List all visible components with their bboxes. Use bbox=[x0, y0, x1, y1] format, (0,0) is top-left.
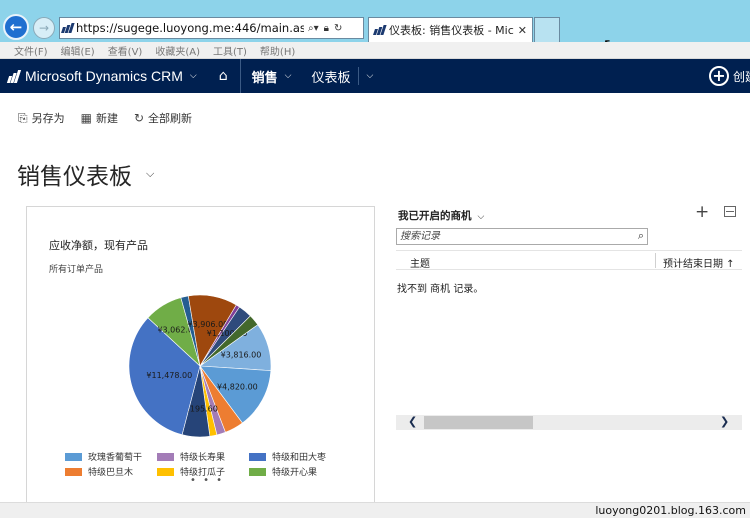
save-as-label: 另存为 bbox=[31, 112, 65, 125]
chevron-down-icon[interactable]: ⌵ bbox=[478, 212, 485, 222]
legend-label: 特级长寿果 bbox=[180, 453, 226, 463]
back-button[interactable]: ← bbox=[3, 14, 29, 40]
menu-view[interactable]: 查看(V) bbox=[108, 43, 143, 58]
legend-item[interactable]: 特级开心果 bbox=[249, 465, 349, 478]
column-divider bbox=[655, 253, 656, 268]
pie-data-label: ¥3,906.00 bbox=[188, 320, 229, 329]
arrow-left-icon: ← bbox=[9, 18, 23, 36]
new-tab-button[interactable] bbox=[534, 17, 560, 42]
menu-tools[interactable]: 工具(T) bbox=[213, 43, 247, 58]
create-label: 创建 bbox=[733, 69, 750, 84]
legend-item[interactable]: 特级和田大枣 bbox=[249, 450, 349, 463]
pie-chart[interactable]: ¥3,816.00¥4,820.00¥2,195.60¥11,478.00¥3,… bbox=[27, 207, 376, 447]
tab-title: 仪表板: 销售仪表板 - Micr... bbox=[389, 24, 514, 37]
scroll-right-icon[interactable]: ❯ bbox=[720, 415, 729, 428]
legend-label: 特级开心果 bbox=[272, 468, 318, 478]
dynamics-logo-icon bbox=[6, 69, 22, 83]
arrow-right-icon: → bbox=[38, 21, 50, 35]
nav-current-dashboard[interactable]: 仪表板 bbox=[311, 67, 350, 86]
forward-button[interactable]: → bbox=[33, 17, 55, 39]
refresh-icon[interactable]: ↻ bbox=[334, 23, 342, 34]
legend-swatch bbox=[249, 467, 266, 476]
browser-tab[interactable]: 仪表板: 销售仪表板 - Micr... ✕ bbox=[368, 17, 533, 42]
legend-swatch bbox=[249, 452, 266, 461]
legend-item[interactable]: 玫瑰香葡萄干 bbox=[65, 450, 157, 463]
chevron-down-icon[interactable]: ⌵ bbox=[146, 167, 154, 181]
search-icon[interactable]: ⌕▾ bbox=[308, 23, 319, 34]
save-as-button[interactable]: ⎘ 另存为 bbox=[18, 110, 65, 126]
status-strip: luoyong0201.blog.163.com bbox=[0, 502, 750, 518]
refresh-all-button[interactable]: ↻ 全部刷新 bbox=[134, 110, 192, 126]
plus-icon: + bbox=[709, 66, 729, 86]
chevron-down-icon[interactable]: ⌵ bbox=[285, 71, 292, 81]
legend-swatch bbox=[65, 467, 82, 476]
search-icon[interactable]: ⌕ bbox=[638, 229, 644, 243]
legend-more-dots[interactable]: • • • bbox=[190, 475, 224, 486]
close-icon[interactable]: ✕ bbox=[518, 24, 527, 37]
legend-swatch bbox=[65, 452, 82, 461]
dashboard-selector[interactable]: 销售仪表板 ⌵ bbox=[17, 157, 154, 191]
pie-data-label: ¥4,820.00 bbox=[217, 382, 258, 391]
menu-help[interactable]: 帮助(H) bbox=[260, 43, 295, 58]
legend-label: 特级和田大枣 bbox=[272, 453, 327, 463]
address-url[interactable]: https://sugege.luoyong.me:446/main.aspx#… bbox=[76, 21, 304, 35]
dynamics-logo-icon bbox=[61, 23, 75, 33]
home-icon[interactable]: ⌂ bbox=[219, 68, 228, 84]
refresh-icon: ↻ bbox=[133, 111, 145, 125]
list-view-selector[interactable]: 我已开启的商机 ⌵ bbox=[398, 208, 484, 223]
create-button[interactable]: + 创建 bbox=[709, 66, 750, 86]
menu-edit[interactable]: 编辑(E) bbox=[61, 43, 95, 58]
column-est-close-date[interactable]: 预计结束日期 ↑ bbox=[663, 255, 735, 270]
chevron-down-icon[interactable]: ⌵ bbox=[366, 71, 373, 81]
add-record-plus-icon[interactable]: + bbox=[695, 202, 709, 222]
grid-column-header: 主题 预计结束日期 ↑ bbox=[396, 250, 742, 270]
scroll-left-icon[interactable]: ❮ bbox=[408, 415, 417, 428]
search-records-box[interactable]: ⌕ bbox=[396, 228, 648, 245]
horizontal-scrollbar[interactable]: ❮ ❯ bbox=[396, 415, 742, 430]
browser-toolbar: ← → https://sugege.luoyong.me:446/main.a… bbox=[0, 0, 750, 53]
address-bar[interactable]: https://sugege.luoyong.me:446/main.aspx#… bbox=[59, 17, 364, 39]
save-as-icon: ⎘ bbox=[18, 110, 28, 125]
search-input[interactable] bbox=[400, 230, 628, 243]
chart-legend: 玫瑰香葡萄干 特级长寿果 特级和田大枣 特级巴旦木 特级打瓜子 特级开心果 bbox=[65, 450, 355, 478]
new-label: 新建 bbox=[95, 112, 118, 125]
new-dashboard-icon: ▦ bbox=[80, 111, 92, 125]
browser-menubar: 文件(F) 编辑(E) 查看(V) 收藏夹(A) 工具(T) 帮助(H) bbox=[0, 42, 750, 59]
chart-panel: 应收净额，现有产品 所有订单产品 ¥3,816.00 ¥4,820.00 ¥2,19… bbox=[26, 206, 375, 508]
pie-data-label: ¥11,478.00 bbox=[146, 371, 192, 380]
dynamics-logo-icon bbox=[373, 25, 387, 35]
scrollbar-thumb[interactable] bbox=[424, 416, 533, 429]
legend-label: 特级巴旦木 bbox=[88, 468, 134, 478]
command-bar: ⎘ 另存为 ▦ 新建 ↻ 全部刷新 bbox=[18, 110, 192, 126]
legend-label: 玫瑰香葡萄干 bbox=[88, 453, 143, 463]
empty-records-message: 找不到 商机 记录。 bbox=[397, 284, 484, 295]
legend-item[interactable]: 特级长寿果 bbox=[157, 450, 249, 463]
legend-swatch bbox=[157, 452, 174, 461]
nav-divider bbox=[358, 67, 360, 85]
app-title[interactable]: Microsoft Dynamics CRM bbox=[25, 68, 183, 84]
refresh-all-label: 全部刷新 bbox=[148, 112, 193, 125]
lock-icon[interactable]: 🔒︎ bbox=[324, 23, 329, 34]
new-button[interactable]: ▦ 新建 bbox=[81, 110, 118, 126]
legend-swatch bbox=[157, 467, 174, 476]
crm-nav-bar: Microsoft Dynamics CRM ⌵ ⌂ 销售 ⌵ 仪表板 ⌵ + … bbox=[0, 59, 750, 93]
page-title: 销售仪表板 bbox=[17, 164, 132, 190]
pie-data-label: ¥3,816.00 bbox=[221, 350, 262, 359]
legend-item[interactable]: 特级巴旦木 bbox=[65, 465, 157, 478]
list-title: 我已开启的商机 bbox=[398, 210, 472, 222]
nav-area-sales[interactable]: 销售 bbox=[252, 67, 278, 86]
menu-file[interactable]: 文件(F) bbox=[14, 43, 48, 58]
chevron-down-icon[interactable]: ⌵ bbox=[190, 71, 197, 81]
nav-divider bbox=[239, 59, 241, 93]
menu-favorites[interactable]: 收藏夹(A) bbox=[155, 43, 200, 58]
watermark-text: luoyong0201.blog.163.com bbox=[595, 504, 746, 517]
grid-view-icon[interactable] bbox=[724, 206, 736, 217]
column-subject[interactable]: 主题 bbox=[410, 255, 430, 270]
